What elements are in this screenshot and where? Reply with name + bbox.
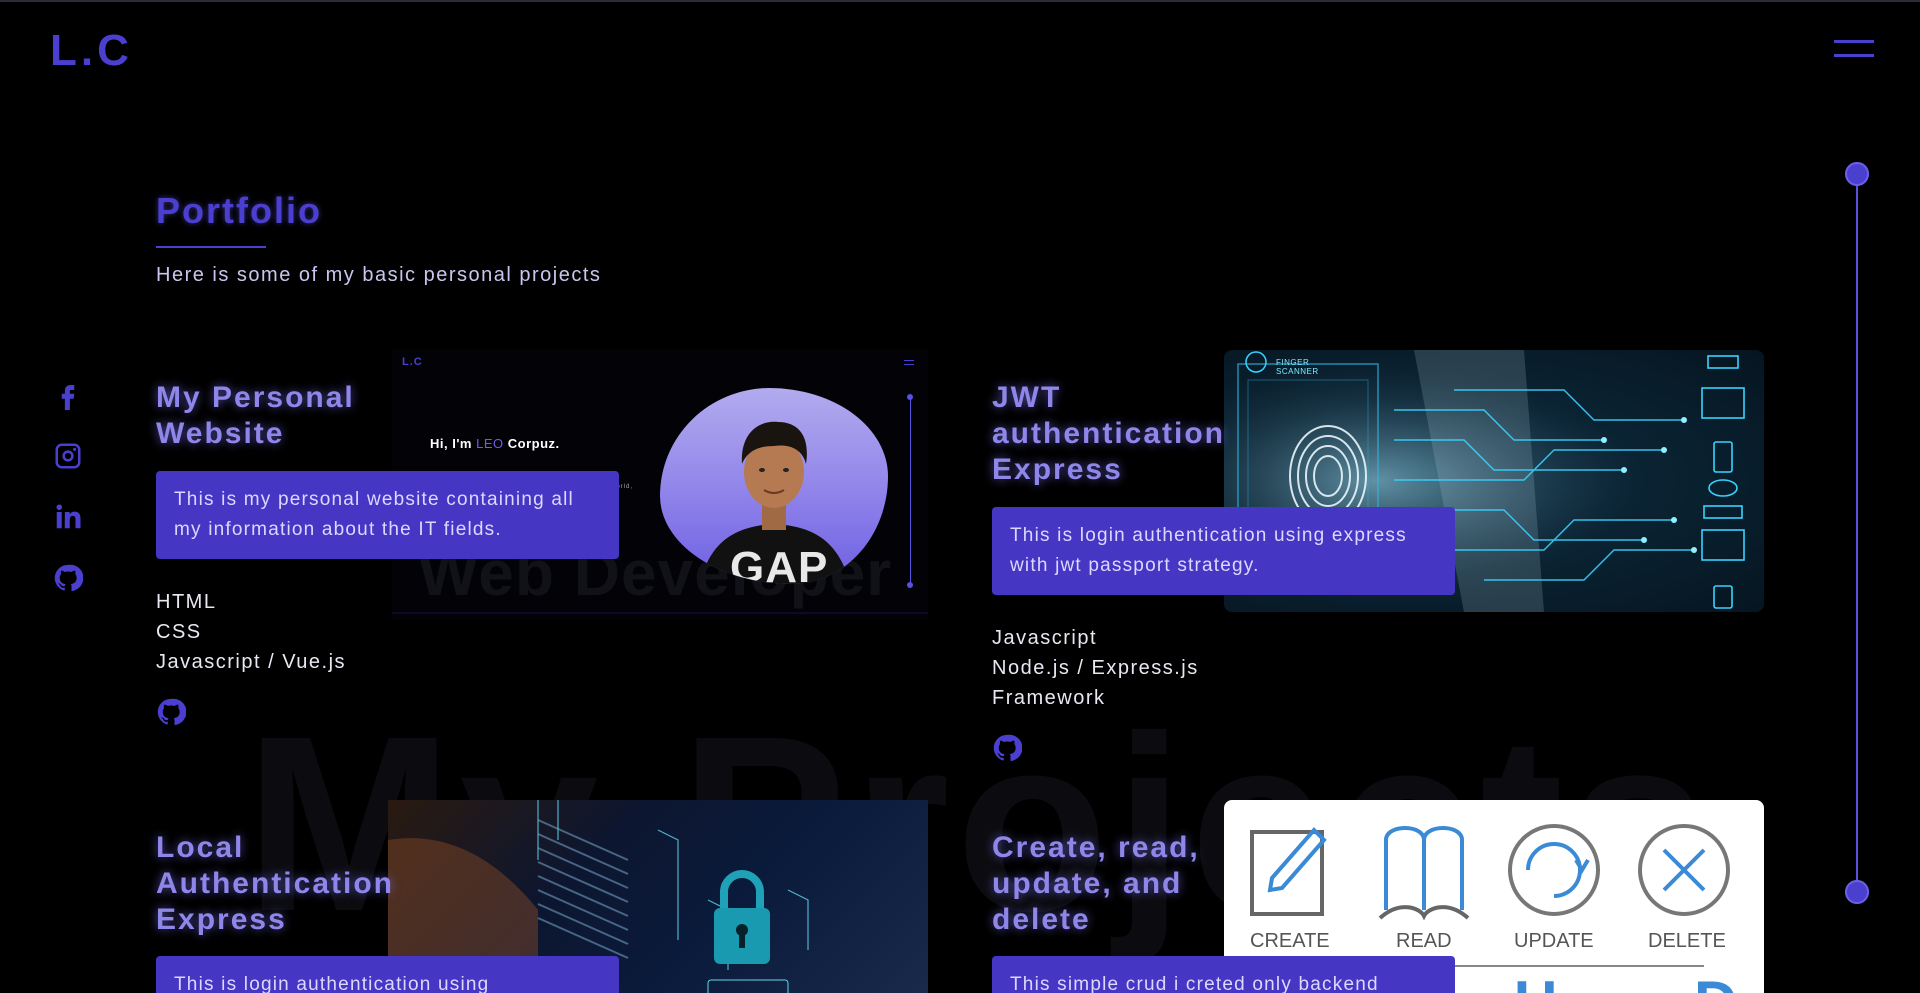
project-description: This is login authentication using — [156, 956, 619, 993]
title-underline — [156, 246, 266, 248]
tech-item: Framework — [992, 687, 1106, 709]
crud-label: UPDATE — [1514, 930, 1594, 952]
github-icon[interactable] — [50, 560, 86, 596]
page-subtitle: Here is some of my basic personal projec… — [156, 264, 602, 286]
crud-label: DELETE — [1648, 930, 1726, 952]
project-github-link-icon[interactable] — [992, 733, 1024, 765]
scroll-start-dot[interactable] — [1845, 162, 1869, 186]
tech-item: CSS — [156, 621, 202, 643]
project-description: This is login authentication using expre… — [992, 507, 1455, 595]
tech-item: Node.js / Express.js — [992, 657, 1199, 679]
tech-item: HTML — [156, 591, 217, 613]
svg-text:GAP: GAP — [730, 543, 828, 584]
instagram-icon[interactable] — [50, 438, 86, 474]
project-tech-list: HTML CSS Javascript / Vue.js — [156, 587, 346, 677]
tech-item: Javascript — [992, 627, 1098, 649]
project-description: This is my personal website containing a… — [156, 471, 619, 559]
crud-label: READ — [1396, 930, 1452, 952]
project-title-jwt: JWT authentication Express — [992, 381, 1226, 486]
crud-label: CREATE — [1250, 930, 1330, 952]
project-tech-list: Javascript Node.js / Express.js Framewor… — [992, 623, 1199, 713]
top-border — [0, 0, 1920, 2]
project-title-local-auth: Local Authentication Express — [156, 831, 394, 936]
scroll-end-dot[interactable] — [1845, 880, 1869, 904]
project-title-personal-website: My Personal Website — [156, 381, 355, 450]
page-title: Portfolio — [156, 190, 322, 231]
hamburger-menu-icon[interactable] — [1834, 40, 1874, 62]
project-github-link-icon[interactable] — [156, 697, 188, 729]
project-description: This simple crud i creted only backend — [992, 956, 1455, 993]
preview-scroll-track — [910, 396, 911, 586]
preview-menu-icon — [904, 360, 914, 365]
preview-bottom-line — [392, 612, 928, 614]
facebook-icon[interactable] — [50, 377, 86, 413]
preview-greeting: Hi, I'm LEO Corpuz. — [430, 436, 560, 451]
preview-scroll-dot — [907, 394, 913, 400]
tech-item: Javascript / Vue.js — [156, 651, 347, 673]
scroll-track[interactable] — [1856, 174, 1858, 892]
preview-profile-photo: GAP — [660, 388, 888, 584]
preview-scanner-label: FINGER SCANNER — [1276, 358, 1319, 376]
preview-scroll-dot — [907, 582, 913, 588]
project-title-crud: Create, read, update, and delete — [992, 831, 1200, 936]
linkedin-icon[interactable] — [50, 499, 86, 535]
crud-big-letters: U D — [1514, 968, 1764, 993]
preview-logo: L.C — [402, 356, 423, 368]
site-logo[interactable]: L.C — [50, 26, 133, 76]
